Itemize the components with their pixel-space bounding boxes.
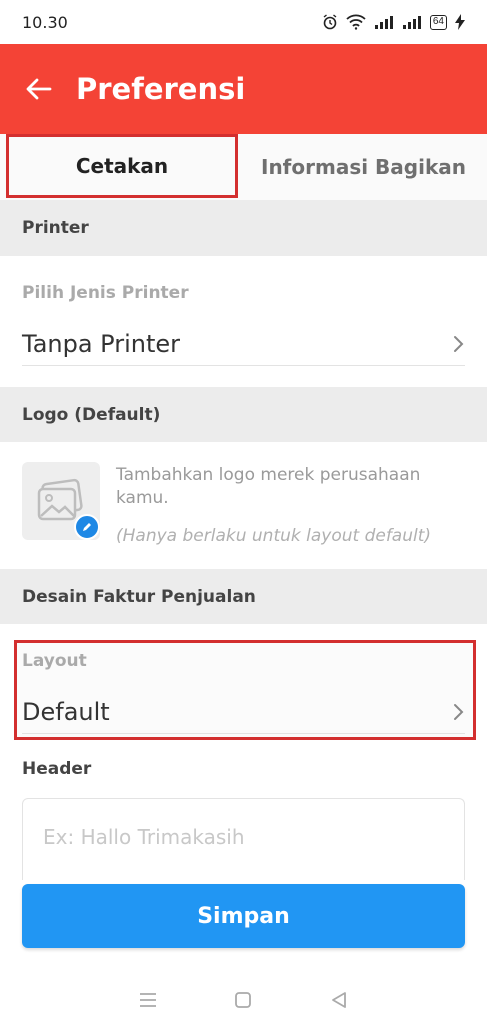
printer-select[interactable]: Tanpa Printer <box>22 322 465 366</box>
logo-note: (Hanya berlaku untuk layout default) <box>116 526 432 546</box>
section-header-printer: Printer <box>0 200 487 256</box>
back-icon[interactable] <box>319 980 359 1020</box>
alarm-icon <box>323 14 337 30</box>
charging-icon <box>455 14 465 30</box>
status-bar: 10.30 64 <box>0 0 487 44</box>
printer-value: Tanpa Printer <box>22 329 181 358</box>
app-bar: Preferensi <box>0 44 487 134</box>
section-title: Printer <box>22 218 89 238</box>
battery-icon: 64 <box>429 14 447 30</box>
signal-icon <box>402 16 421 29</box>
signal-icon <box>374 16 393 29</box>
home-icon[interactable] <box>223 980 263 1020</box>
page-title: Preferensi <box>76 72 246 106</box>
wifi-icon <box>346 14 366 30</box>
chevron-right-icon <box>453 334 465 354</box>
header-input[interactable]: Ex: Hallo Trimakasih <box>22 798 465 880</box>
edit-pencil-icon[interactable] <box>74 514 100 540</box>
arrow-left-icon[interactable] <box>24 74 54 104</box>
header-placeholder: Ex: Hallo Trimakasih <box>43 825 245 849</box>
section-title: Desain Faktur Penjualan <box>22 586 256 607</box>
layout-field-label: Layout <box>22 651 87 671</box>
header-field-label: Header <box>22 759 92 779</box>
tab-informasi-bagikan[interactable]: Informasi Bagikan <box>240 134 487 200</box>
tab-label: Informasi Bagikan <box>261 155 466 179</box>
save-button-label: Simpan <box>197 903 290 929</box>
menu-icon[interactable] <box>128 980 168 1020</box>
tab-label: Cetakan <box>75 154 169 178</box>
chevron-right-icon <box>453 702 465 722</box>
save-button[interactable]: Simpan <box>22 884 465 948</box>
section-title: Logo (Default) <box>22 404 161 425</box>
section-header-logo: Logo (Default) <box>0 387 487 442</box>
logo-description: Tambahkan logo merek perusahaan kamu. <box>116 465 421 508</box>
tab-cetakan[interactable]: Cetakan <box>6 134 238 198</box>
printer-field-label: Pilih Jenis Printer <box>22 283 189 303</box>
layout-value: Default <box>22 697 110 726</box>
system-nav-bar <box>0 970 487 1030</box>
layout-select[interactable]: Default <box>22 690 465 734</box>
tab-bar: Cetakan Informasi Bagikan <box>0 134 487 200</box>
battery-level: 64 <box>432 16 444 27</box>
section-header-invoice-design: Desain Faktur Penjualan <box>0 569 487 624</box>
status-icons: 64 <box>322 14 465 30</box>
status-time: 10.30 <box>22 12 68 32</box>
